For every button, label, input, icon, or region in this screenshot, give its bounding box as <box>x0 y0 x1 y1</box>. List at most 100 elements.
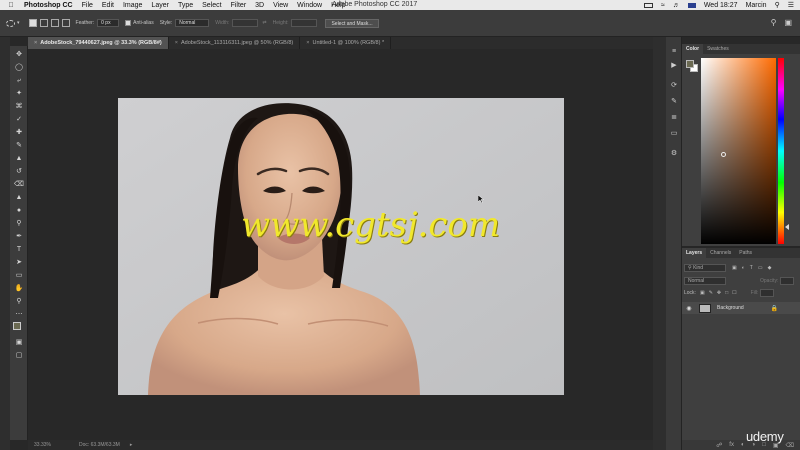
clone-stamp-icon[interactable]: ▲ <box>14 154 24 163</box>
blur-icon[interactable]: ● <box>14 206 24 215</box>
fx-icon[interactable]: fx <box>729 442 734 448</box>
layer-filter-select[interactable]: ⚲ Kind <box>684 263 726 272</box>
menu-view[interactable]: View <box>273 2 288 9</box>
height-input[interactable] <box>291 19 318 27</box>
lock-icon[interactable]: 🔒 <box>771 305 778 312</box>
filter-type-icon[interactable]: T <box>750 265 753 271</box>
swap-icon[interactable]: ⇄ <box>262 20 266 26</box>
volume-icon[interactable]: ♬ <box>673 2 680 9</box>
foreground-color-swatch[interactable] <box>13 322 21 330</box>
color-picker-ring[interactable] <box>721 152 726 157</box>
wifi-icon[interactable]: ≈ <box>661 2 665 9</box>
menu-image[interactable]: Image <box>123 2 142 9</box>
style-select[interactable]: Normal <box>175 19 210 27</box>
zoom-icon[interactable]: ⚲ <box>14 297 24 306</box>
foreground-background-colors[interactable] <box>13 322 25 334</box>
workspace-icon[interactable]: ▣ <box>784 18 792 27</box>
menu-layer[interactable]: Layer <box>151 2 169 9</box>
subtract-selection-icon[interactable] <box>50 19 59 27</box>
crop-icon[interactable]: ⌘ <box>14 102 24 111</box>
lasso-icon[interactable]: ⤶ <box>14 76 24 85</box>
opacity-input[interactable] <box>780 276 795 285</box>
trash-icon[interactable]: ⌫ <box>786 442 794 449</box>
magic-wand-icon[interactable]: ✦ <box>14 89 24 98</box>
menu-file[interactable]: File <box>82 2 93 9</box>
intersect-selection-icon[interactable] <box>61 19 70 27</box>
link-icon[interactable]: ☍ <box>716 442 722 449</box>
hand-icon[interactable]: ✋ <box>14 284 24 293</box>
screen-mode-icon[interactable]: ▢ <box>14 351 24 360</box>
healing-brush-icon[interactable]: ✚ <box>14 128 24 137</box>
marquee-tool-preset[interactable]: ▾ <box>6 19 20 27</box>
panel-collapse-icon[interactable]: ≡ <box>669 47 679 57</box>
menu-edit[interactable]: Edit <box>102 2 114 9</box>
adjustments-icon[interactable]: ≣ <box>669 113 679 123</box>
new-selection-icon[interactable] <box>28 19 37 27</box>
rectangle-icon[interactable]: ▭ <box>14 271 24 280</box>
menu-select[interactable]: Select <box>202 2 221 9</box>
lock-all-icon[interactable]: ☐ <box>732 290 736 296</box>
layer-row-background[interactable]: ◉ Background 🔒 <box>682 302 800 314</box>
menu-app[interactable]: Photoshop CC <box>24 2 73 9</box>
dodge-icon[interactable]: ⚲ <box>14 219 24 228</box>
document-canvas[interactable] <box>118 98 564 395</box>
filter-smart-icon[interactable]: ◆ <box>768 265 772 271</box>
brush-icon[interactable]: ✎ <box>14 141 24 150</box>
width-input[interactable] <box>232 19 259 27</box>
eye-icon[interactable]: ◉ <box>684 305 694 312</box>
close-icon[interactable]: × <box>34 40 37 46</box>
user-name[interactable]: Marcin <box>746 2 767 9</box>
play-icon[interactable]: ▶ <box>669 61 679 71</box>
close-icon[interactable]: × <box>306 40 309 46</box>
color-field[interactable] <box>701 58 776 244</box>
filter-adjustment-icon[interactable]: ◐ <box>742 265 745 271</box>
menu-type[interactable]: Type <box>178 2 193 9</box>
battery-icon[interactable] <box>643 2 653 8</box>
elliptical-marquee-icon[interactable]: ◯ <box>14 63 24 72</box>
more-tools-icon[interactable]: ⋯ <box>14 310 24 319</box>
quick-mask-icon[interactable]: ▣ <box>14 338 24 347</box>
menu-filter[interactable]: Filter <box>231 2 247 9</box>
tab-document-1[interactable]: × AdobeStock_79440627.jpeg @ 33.3% (RGB/8… <box>28 37 169 49</box>
zoom-level[interactable]: 33.33% <box>34 442 51 448</box>
properties-icon[interactable]: ⚙ <box>669 149 679 159</box>
foreground-swatch[interactable] <box>686 60 694 68</box>
color-swatches[interactable] <box>686 60 698 72</box>
status-arrow-icon[interactable]: ▸ <box>130 442 133 448</box>
history-icon[interactable]: ⟳ <box>669 81 679 91</box>
eraser-icon[interactable]: ⌫ <box>14 180 24 189</box>
menu-list-icon[interactable]: ☰ <box>788 1 794 9</box>
menu-window[interactable]: Window <box>297 2 322 9</box>
lock-paint-icon[interactable]: ✎ <box>709 290 713 296</box>
move-tool-icon[interactable]: ✥ <box>14 50 24 59</box>
search-icon[interactable]: ⚲ <box>775 1 780 9</box>
lock-artboard-icon[interactable]: □ <box>725 290 728 296</box>
antialias-checkbox[interactable] <box>125 20 132 26</box>
flag-icon[interactable] <box>687 2 696 8</box>
hue-slider-caret[interactable] <box>785 224 789 230</box>
filter-pixel-icon[interactable]: ▣ <box>732 265 737 271</box>
mask-icon[interactable]: ◐ <box>741 442 745 448</box>
type-icon[interactable]: T <box>14 245 24 254</box>
fill-input[interactable] <box>760 288 775 297</box>
menu-3d[interactable]: 3D <box>255 2 264 9</box>
3d-icon[interactable]: ▭ <box>669 129 679 139</box>
eyedropper-icon[interactable]: ✓ <box>14 115 24 124</box>
tab-layers[interactable]: Layers <box>682 248 707 258</box>
blend-mode-select[interactable]: Normal <box>684 276 726 285</box>
feather-input[interactable]: 0 px <box>97 19 120 27</box>
tab-document-2[interactable]: × AdobeStock_113116311.jpeg @ 50% (RGB/8) <box>169 37 301 49</box>
tab-swatches[interactable]: Swatches <box>703 44 733 54</box>
tab-color[interactable]: Color <box>682 44 704 54</box>
tab-document-3[interactable]: × Untitled-1 @ 100% (RGB/8) * <box>300 37 392 49</box>
path-selection-icon[interactable]: ➤ <box>14 258 24 267</box>
brush-settings-icon[interactable]: ✎ <box>669 97 679 107</box>
lock-pixels-icon[interactable]: ▣ <box>700 290 705 296</box>
add-selection-icon[interactable] <box>39 19 48 27</box>
tab-paths[interactable]: Paths <box>735 248 756 258</box>
apple-icon[interactable]:  <box>6 2 16 9</box>
pen-icon[interactable]: ✒ <box>14 232 24 241</box>
clock[interactable]: Wed 18:27 <box>704 2 738 9</box>
hue-slider[interactable] <box>778 58 784 244</box>
lock-move-icon[interactable]: ✥ <box>717 290 721 296</box>
